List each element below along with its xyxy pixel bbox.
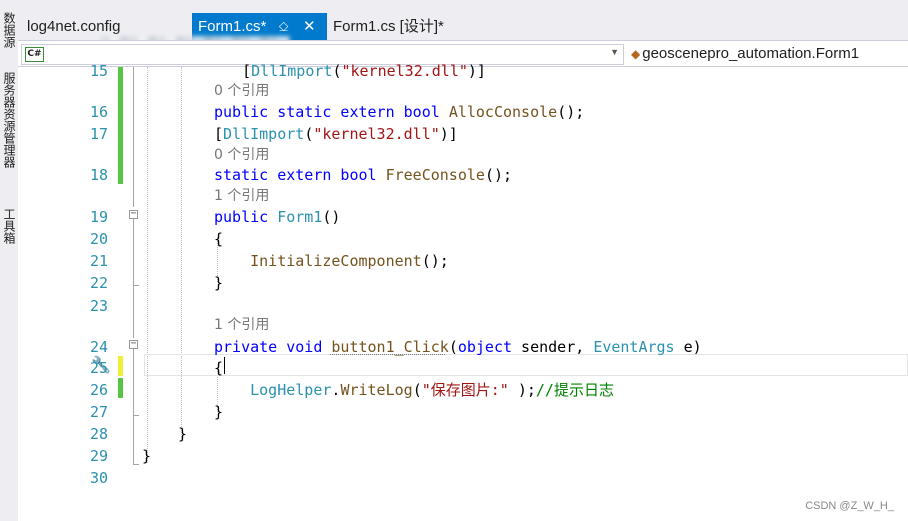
- line-number: 20: [89, 230, 108, 248]
- line-number: 18: [89, 166, 108, 184]
- change-marker-saved: [118, 378, 123, 398]
- class-icon: ◆: [631, 47, 641, 61]
- codelens-references[interactable]: 0 个引用: [214, 146, 269, 164]
- side-tool-strip: 数据源 服务器资源管理器 工具箱: [0, 0, 19, 521]
- line-number: 19: [89, 208, 108, 226]
- code-text[interactable]: private void button1_Click(object sender…: [214, 336, 702, 358]
- fold-outline: [133, 349, 134, 415]
- change-marker-saved: [118, 67, 123, 184]
- code-text[interactable]: InitializeComponent();: [214, 250, 449, 272]
- code-text[interactable]: }: [142, 445, 151, 467]
- code-text[interactable]: public static extern bool AllocConsole()…: [214, 101, 584, 123]
- code-text[interactable]: public Form1(): [214, 206, 340, 228]
- line-number: 27: [89, 403, 108, 421]
- fold-outline: [133, 286, 134, 338]
- code-text[interactable]: }: [178, 423, 187, 445]
- code-text[interactable]: }: [214, 272, 223, 294]
- fold-outline: [133, 219, 134, 285]
- watermark: CSDN @Z_W_H_: [805, 500, 894, 512]
- class-name: geoscenepro_automation.Form1: [642, 45, 860, 62]
- codelens-references[interactable]: 0 个引用: [214, 82, 269, 100]
- line-number: 28: [89, 425, 108, 443]
- tab-label: log4net.config: [27, 18, 121, 35]
- tab-label: Form1.cs*: [198, 18, 267, 35]
- collapse-icon[interactable]: −: [129, 339, 138, 349]
- close-icon[interactable]: ✕: [303, 13, 316, 40]
- csharp-project-icon: C#: [25, 47, 44, 62]
- fold-outline: [133, 67, 134, 207]
- tab-label: Form1.cs [设计]*: [333, 18, 444, 35]
- code-text[interactable]: {: [214, 357, 223, 379]
- class-dropdown[interactable]: ◆ geoscenepro_automation.Form1: [627, 44, 907, 63]
- fold-outline: [133, 416, 134, 464]
- indent-guide: [147, 67, 148, 463]
- line-number: 25: [89, 359, 108, 377]
- codelens-references[interactable]: 1 个引用: [214, 316, 269, 334]
- side-tab-toolbox[interactable]: 工具箱: [0, 208, 18, 244]
- tab-form1-designer[interactable]: Form1.cs [设计]*: [327, 13, 450, 40]
- fold-end: [133, 464, 139, 465]
- code-text[interactable]: [DllImport("kernel32.dll")]: [206, 60, 486, 82]
- chevron-down-icon[interactable]: ▼: [610, 47, 619, 57]
- code-text[interactable]: {: [214, 228, 223, 250]
- code-editor[interactable]: − − 🔧 0 个引用 0 个引用 1 个引用 1 个引用 15 [DllImp…: [18, 62, 908, 521]
- line-number: 21: [89, 252, 108, 270]
- codelens-references[interactable]: 1 个引用: [214, 187, 269, 205]
- indent-guide: [181, 67, 182, 439]
- code-text[interactable]: }: [214, 401, 223, 423]
- line-number: 30: [89, 469, 108, 487]
- document-tab-bar: log4net.config Form1.cs* ⎐ ✕ Form1.cs [设…: [18, 0, 908, 40]
- line-number: 24: [89, 338, 108, 356]
- line-number: 17: [89, 125, 108, 143]
- change-marker-unsaved: [118, 356, 123, 376]
- code-text[interactable]: [DllImport("kernel32.dll")]: [214, 123, 458, 145]
- line-number: 29: [89, 447, 108, 465]
- code-text[interactable]: static extern bool FreeConsole();: [214, 164, 512, 186]
- line-number: 16: [89, 103, 108, 121]
- line-number: 15: [89, 62, 108, 80]
- text-caret: [224, 357, 225, 374]
- line-number: 26: [89, 381, 108, 399]
- line-number: 22: [89, 274, 108, 292]
- side-tab-datasource[interactable]: 数据源: [0, 12, 18, 48]
- line-number: 23: [89, 297, 108, 315]
- code-text[interactable]: LogHelper.WriteLog("保存图片:" );//提示日志: [214, 379, 614, 401]
- collapse-icon[interactable]: −: [129, 209, 138, 219]
- side-tab-server-explorer[interactable]: 服务器资源管理器: [0, 72, 18, 168]
